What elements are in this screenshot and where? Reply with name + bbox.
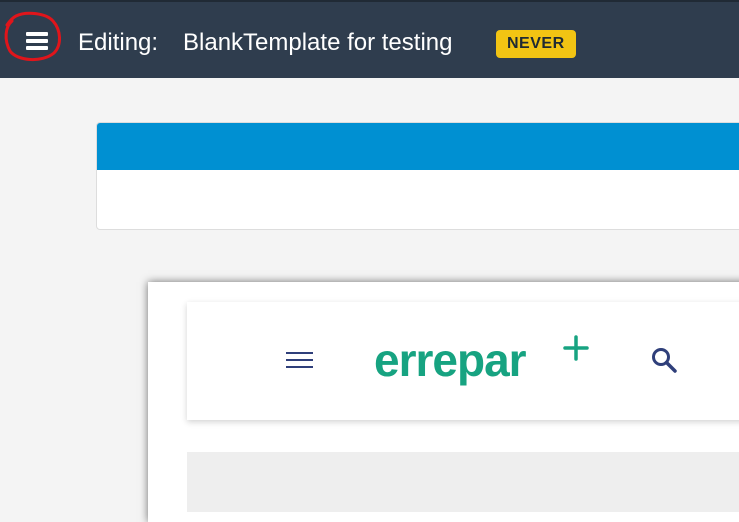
logo-plus-icon xyxy=(563,335,589,361)
template-name: BlankTemplate for testing xyxy=(183,29,453,56)
status-badge: NEVER xyxy=(496,30,576,58)
preview-content-area xyxy=(187,452,739,512)
preview-hamburger-menu-icon[interactable] xyxy=(286,350,314,370)
hamburger-menu-icon xyxy=(26,32,48,50)
search-icon[interactable] xyxy=(650,346,678,374)
panel-header-bar xyxy=(97,123,739,170)
editing-label: Editing: xyxy=(78,29,159,56)
errepar-logo: errepar xyxy=(374,334,527,386)
main-menu-button[interactable] xyxy=(16,24,56,58)
editor-top-bar: Editing: BlankTemplate for testing NEVER xyxy=(0,0,739,78)
editor-panel xyxy=(96,122,739,230)
